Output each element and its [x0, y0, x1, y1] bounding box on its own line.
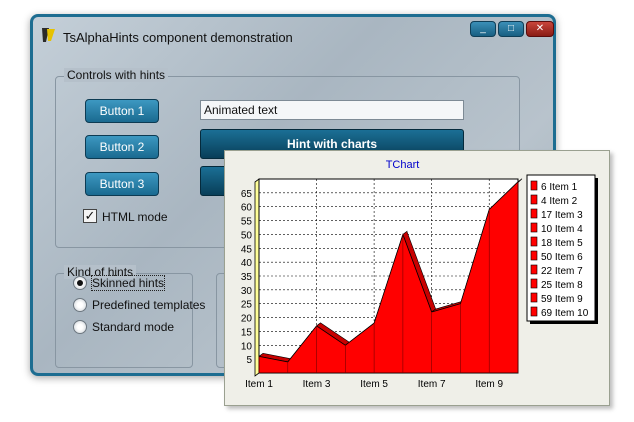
legend-swatch [530, 236, 538, 247]
y-tick-label: 60 [241, 203, 253, 214]
html-mode-checkbox[interactable]: ✓ [83, 209, 97, 223]
legend-swatch [530, 264, 538, 275]
legend-entry: 17 Item 3 [541, 210, 583, 221]
legend-entry: 25 Item 8 [541, 280, 583, 291]
app-icon [42, 28, 55, 42]
title-bar[interactable]: TsAlphaHints component demonstration _ □… [33, 17, 554, 51]
y-tick-label: 15 [241, 327, 253, 338]
x-tick-label: Item 3 [303, 379, 331, 390]
minimize-button[interactable]: _ [470, 21, 496, 37]
legend-swatch [530, 222, 538, 233]
button-3[interactable]: Button 3 [85, 172, 159, 196]
legend-entry: 69 Item 10 [541, 308, 589, 319]
x-tick-label: Item 7 [418, 379, 446, 390]
skinned-hints-label: Skinned hints [90, 275, 166, 291]
y-tick-label: 25 [241, 300, 253, 311]
legend-swatch [530, 278, 538, 289]
close-button[interactable]: ✕ [526, 21, 554, 37]
legend-entry: 6 Item 1 [541, 182, 578, 193]
x-tick-label: Item 5 [360, 379, 388, 390]
animated-text-input[interactable]: Animated text [200, 100, 464, 120]
legend-swatch [530, 292, 538, 303]
legend-entry: 22 Item 7 [541, 266, 583, 277]
legend-swatch [530, 180, 538, 191]
legend-swatch [530, 306, 538, 317]
y-tick-label: 65 [241, 189, 253, 200]
predefined-templates-label: Predefined templates [92, 298, 206, 312]
legend-entry: 59 Item 9 [541, 294, 583, 305]
radio-skinned-hints[interactable] [73, 276, 87, 290]
html-mode-label: HTML mode [102, 210, 168, 224]
y-tick-label: 30 [241, 286, 253, 297]
button-2[interactable]: Button 2 [85, 135, 159, 159]
radio-standard-mode[interactable] [73, 320, 87, 334]
controls-group-title: Controls with hints [64, 68, 169, 82]
y-tick-label: 35 [241, 272, 253, 283]
legend-entry: 10 Item 4 [541, 224, 583, 235]
button-1[interactable]: Button 1 [85, 99, 159, 123]
y-tick-label: 55 [241, 217, 253, 228]
legend-entry: 50 Item 6 [541, 252, 583, 263]
radio-predefined-templates[interactable] [73, 298, 87, 312]
x-tick-label: Item 1 [245, 379, 273, 390]
x-tick-label: Item 9 [475, 379, 503, 390]
chart: TChart 5 10 15 20 25 30 35 40 45 50 55 60 65 Item 1 Ite… [241, 159, 598, 390]
y-tick-label: 5 [246, 355, 252, 366]
y-tick-label: 40 [241, 258, 253, 269]
standard-mode-label: Standard mode [92, 320, 175, 334]
y-tick-label: 50 [241, 230, 253, 241]
y-tick-label: 10 [241, 341, 253, 352]
legend-entry: 18 Item 5 [541, 238, 583, 249]
chart-hint-popup: TChart 5 10 15 20 25 30 35 40 45 50 55 60 65 Item 1 Ite… [224, 150, 610, 406]
y-tick-label: 20 [241, 314, 253, 325]
legend-swatch [530, 208, 538, 219]
stage: TsAlphaHints component demonstration _ □… [0, 0, 634, 422]
legend-swatch [530, 194, 538, 205]
legend-swatch [530, 250, 538, 261]
maximize-button[interactable]: □ [498, 21, 524, 37]
y-tick-label: 45 [241, 244, 253, 255]
window-title: TsAlphaHints component demonstration [63, 30, 293, 45]
left-wall [254, 178, 260, 377]
legend-entry: 4 Item 2 [541, 196, 578, 207]
chart-title: TChart [386, 159, 420, 171]
